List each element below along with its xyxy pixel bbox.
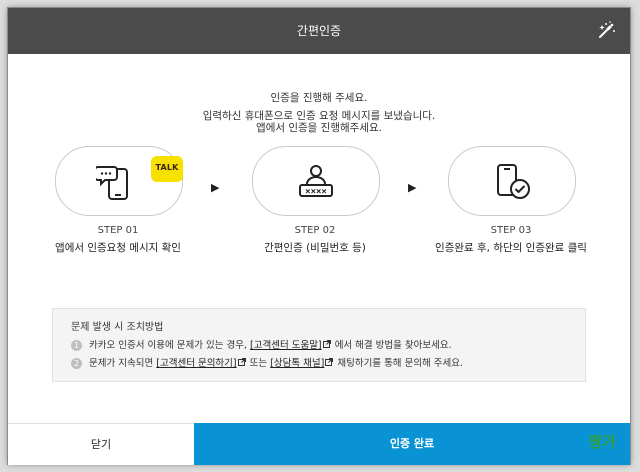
auth-complete-label: 인증 완료: [389, 437, 435, 450]
talk-badge-text: TALK: [155, 163, 179, 172]
auth-modal: 간편인증 인증을 진행해 주세요. 입력하신 휴대폰으로 인증 요청 메시지를 …: [8, 8, 630, 465]
troubleshoot-box: 문제 발생 시 조치방법 1 카카오 인증서 이용에 문제가 있는 경우, [고…: [52, 308, 586, 382]
modal-header: 간편인증: [8, 8, 630, 54]
step-3-pill: [448, 146, 576, 216]
close-button[interactable]: 닫기: [8, 423, 194, 465]
arrow-right-icon: ▶: [211, 181, 220, 194]
external-link-icon: [322, 340, 331, 348]
intro-heading: 인증을 진행해 주세요.: [270, 92, 368, 104]
password-user-icon: ××××: [296, 164, 336, 202]
watermark-logo: 짱가: [588, 433, 616, 451]
step-1-desc: 앱에서 인증요청 메시지 확인: [55, 242, 181, 254]
auth-complete-button[interactable]: 인증 완료 짱가: [194, 423, 630, 465]
item-1-text: 카카오 인증서 이용에 문제가 있는 경우,: [89, 340, 247, 351]
modal-footer: 닫기 인증 완료 짱가: [8, 423, 630, 465]
step-1-label: STEP 01: [97, 225, 139, 236]
intro-line-3: 앱에서 인증을 진행해주세요.: [256, 122, 382, 134]
item-2-text: 문제가 지속되면: [89, 358, 154, 369]
close-sparkle-icon[interactable]: [594, 19, 618, 43]
number-badge: 1: [71, 340, 82, 351]
troubleshoot-item-1: 1 카카오 인증서 이용에 문제가 있는 경우, [고객센터 도움말] 에서 해…: [71, 337, 452, 351]
svg-text:××××: ××××: [305, 187, 327, 197]
kakaotalk-badge-icon: TALK: [151, 156, 183, 182]
troubleshoot-item-2: 2 문제가 지속되면 [고객센터 문의하기] 또는 [상담톡 채널] 채팅하기를…: [71, 355, 463, 369]
phone-chat-icon: [94, 163, 134, 205]
step-1-pill: TALK: [55, 146, 183, 216]
external-link-icon: [237, 358, 246, 366]
chat-channel-link[interactable]: [상담톡 채널]: [270, 358, 324, 369]
step-3-label: STEP 03: [490, 225, 532, 236]
step-2-label: STEP 02: [294, 225, 336, 236]
item-1-post: 에서 해결 방법을 찾아보세요.: [334, 340, 452, 351]
step-3-desc: 인증완료 후, 하단의 인증완료 클릭: [435, 242, 587, 254]
modal-title: 간편인증: [296, 24, 342, 38]
number-badge: 2: [71, 358, 82, 369]
step-2-desc: 간편인증 (비밀번호 등): [264, 242, 366, 254]
item-2-mid: 또는: [249, 358, 268, 369]
phone-check-icon: [493, 162, 533, 206]
item-2-post: 채팅하기를 통해 문의해 주세요.: [337, 358, 464, 369]
help-center-link[interactable]: [고객센터 도움말]: [250, 340, 322, 351]
step-2-pill: ××××: [252, 146, 380, 216]
arrow-right-icon: ▶: [408, 181, 417, 194]
external-link-icon: [325, 358, 334, 366]
contact-center-link[interactable]: [고객센터 문의하기]: [156, 358, 236, 369]
troubleshoot-title: 문제 발생 시 조치방법: [71, 322, 164, 333]
